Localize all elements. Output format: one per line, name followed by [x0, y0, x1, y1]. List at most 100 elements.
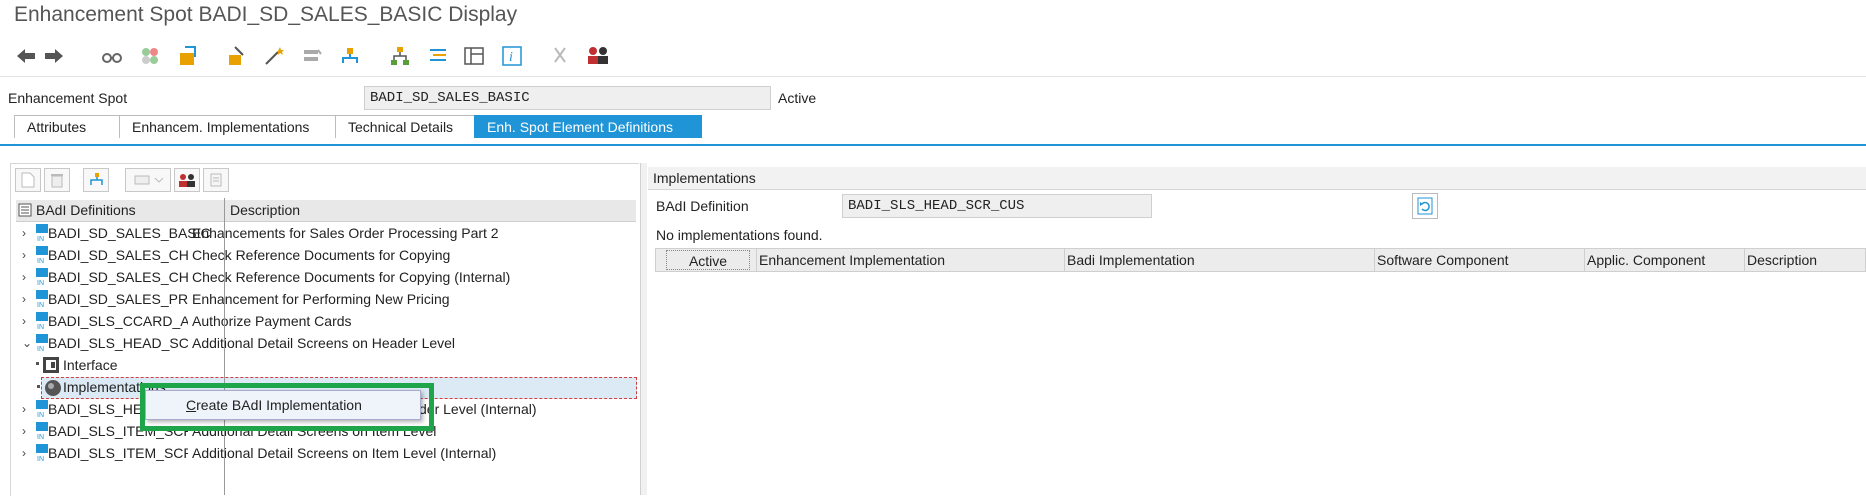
users-small-icon[interactable]: [174, 168, 200, 192]
tab-attributes[interactable]: Attributes: [14, 115, 120, 138]
badi-description: der Level (Internal): [419, 401, 537, 417]
tree-row[interactable]: › IN BADI_SD_SALES_CHECK_ Check Referenc…: [11, 245, 637, 267]
badi-definition-label: BAdI Definition: [656, 198, 749, 214]
badi-icon: IN: [35, 312, 49, 331]
col-separator: [1064, 249, 1065, 271]
glasses-icon[interactable]: [100, 44, 124, 68]
expand-icon[interactable]: ›: [22, 248, 26, 262]
tree-row[interactable]: › IN BADI_SLS_ITEM_SCR_IN Additional Det…: [11, 443, 637, 465]
tree-row[interactable]: ⌄ IN BADI_SLS_HEAD_SCR_CU Additional Det…: [11, 333, 637, 355]
implementations-table-header: Active Enhancement Implementation Badi I…: [655, 248, 1866, 272]
new-document-icon[interactable]: [15, 168, 41, 192]
tree-row[interactable]: › IN BADI_SLS_CCARD_AUTH Authorize Payme…: [11, 311, 637, 333]
badi-description: Enhancement for Performing New Pricing: [192, 291, 450, 307]
expand-icon[interactable]: ›: [22, 226, 26, 240]
where-used-icon[interactable]: [338, 44, 362, 68]
pencil-change-icon[interactable]: [176, 44, 200, 68]
toolbar: i: [0, 36, 1866, 77]
delete-icon[interactable]: [44, 168, 70, 192]
col-separator: [756, 249, 757, 271]
badi-description: Check Reference Documents for Copying: [192, 247, 451, 263]
badi-icon: IN: [35, 334, 49, 353]
expand-icon[interactable]: ›: [22, 402, 26, 416]
expand-icon[interactable]: ›: [22, 424, 26, 438]
layout-icon[interactable]: [462, 44, 486, 68]
cut-icon[interactable]: [548, 44, 572, 68]
col-separator: [1374, 249, 1375, 271]
col-description[interactable]: Description: [230, 202, 300, 218]
badi-icon: IN: [35, 268, 49, 287]
badi-description: Additional Detail Screens on Item Level …: [192, 445, 497, 461]
tree-row[interactable]: › IN BADI_SD_SALES_BASIC Enhancements fo…: [11, 223, 637, 245]
col-software-component[interactable]: Software Component: [1377, 252, 1509, 268]
expand-icon[interactable]: ›: [22, 270, 26, 284]
badi-icon: IN: [35, 444, 49, 463]
badi-description: Authorize Payment Cards: [192, 313, 352, 329]
tab-technical-details[interactable]: Technical Details: [335, 115, 475, 138]
badi-name: BADI_SD_SALES_CHECK_: [48, 269, 188, 285]
expand-icon[interactable]: ›: [22, 446, 26, 460]
badi-name: BADI_SD_SALES_PRICING: [48, 291, 188, 307]
print-icon[interactable]: [203, 168, 229, 192]
hierarchy-small-icon[interactable]: [83, 168, 109, 192]
badi-icon: IN: [35, 290, 49, 309]
wand-icon[interactable]: [262, 44, 286, 68]
activate-icon[interactable]: [224, 44, 248, 68]
tab-enh-spot-element-definitions[interactable]: Enh. Spot Element Definitions: [474, 115, 702, 138]
column-separator[interactable]: [224, 198, 225, 495]
list-icon[interactable]: [426, 44, 450, 68]
tree-row-interface[interactable]: Interface: [11, 355, 637, 377]
svg-text:IN: IN: [37, 280, 44, 286]
implementations-panel: Implementations BAdI Definition BADI_SLS…: [648, 163, 1866, 495]
col-enhancement-implementation[interactable]: Enhancement Implementation: [759, 252, 945, 268]
back-arrow-icon[interactable]: [14, 44, 38, 68]
badi-definition-field[interactable]: BADI_SLS_HEAD_SCR_CUS: [842, 194, 1152, 218]
col-active[interactable]: Active: [666, 250, 750, 270]
svg-text:IN: IN: [37, 324, 44, 330]
badi-description: Check Reference Documents for Copying (I…: [192, 269, 511, 285]
svg-text:IN: IN: [37, 302, 44, 308]
badi-icon: IN: [35, 224, 49, 243]
svg-text:IN: IN: [37, 346, 44, 352]
svg-text:i: i: [509, 50, 513, 65]
implementations-icon: [44, 379, 62, 400]
implementations-header: Implementations: [648, 167, 1866, 190]
col-applic-component[interactable]: Applic. Component: [1587, 252, 1705, 268]
window-title: Enhancement Spot BADI_SD_SALES_BASIC Dis…: [14, 3, 518, 26]
bullet: [37, 385, 40, 388]
other-object-icon[interactable]: [138, 44, 162, 68]
info-icon[interactable]: i: [500, 44, 524, 68]
tree-header: BAdI Definitions Description: [16, 200, 636, 222]
expand-icon[interactable]: ›: [22, 314, 26, 328]
tree-header-icon: [18, 203, 32, 220]
badi-name: BADI_SD_SALES_CHECK_: [48, 247, 188, 263]
persons-icon[interactable]: [586, 44, 610, 68]
col-separator: [1744, 249, 1745, 271]
expand-icon[interactable]: ›: [22, 292, 26, 306]
svg-text:IN: IN: [37, 236, 44, 242]
badi-name: BADI_SLS_HEAD_SCR_CU: [48, 335, 188, 351]
badi-icon: IN: [35, 246, 49, 265]
enhancement-spot-label: Enhancement Spot: [8, 90, 128, 106]
enhancement-spot-field[interactable]: BADI_SD_SALES_BASIC: [364, 86, 771, 110]
svg-text:IN: IN: [37, 258, 44, 264]
collapse-icon[interactable]: ⌄: [22, 336, 32, 350]
tab-enhancement-implementations[interactable]: Enhancem. Implementations: [119, 115, 336, 138]
hierarchy-icon[interactable]: [388, 44, 412, 68]
svg-text:IN: IN: [37, 412, 44, 418]
implementations-title: Implementations: [653, 170, 756, 186]
check-icon[interactable]: [300, 44, 324, 68]
tree-row[interactable]: › IN BADI_SD_SALES_CHECK_ Check Referenc…: [11, 267, 637, 289]
panel-splitter[interactable]: [640, 163, 647, 495]
col-description[interactable]: Description: [1747, 252, 1817, 268]
refresh-icon[interactable]: [1412, 193, 1438, 219]
forward-arrow-icon[interactable]: [42, 44, 66, 68]
dropdown-tool-icon[interactable]: [125, 168, 171, 192]
tree-row[interactable]: › IN BADI_SD_SALES_PRICING Enhancement f…: [11, 289, 637, 311]
col-badi-definitions[interactable]: BAdI Definitions: [36, 202, 136, 218]
status-text: Active: [778, 90, 817, 106]
col-badi-implementation[interactable]: Badi Implementation: [1067, 252, 1195, 268]
no-implementations-message: No implementations found.: [656, 227, 823, 243]
badi-icon: IN: [35, 400, 49, 419]
annotation-highlight-box: [140, 383, 434, 431]
